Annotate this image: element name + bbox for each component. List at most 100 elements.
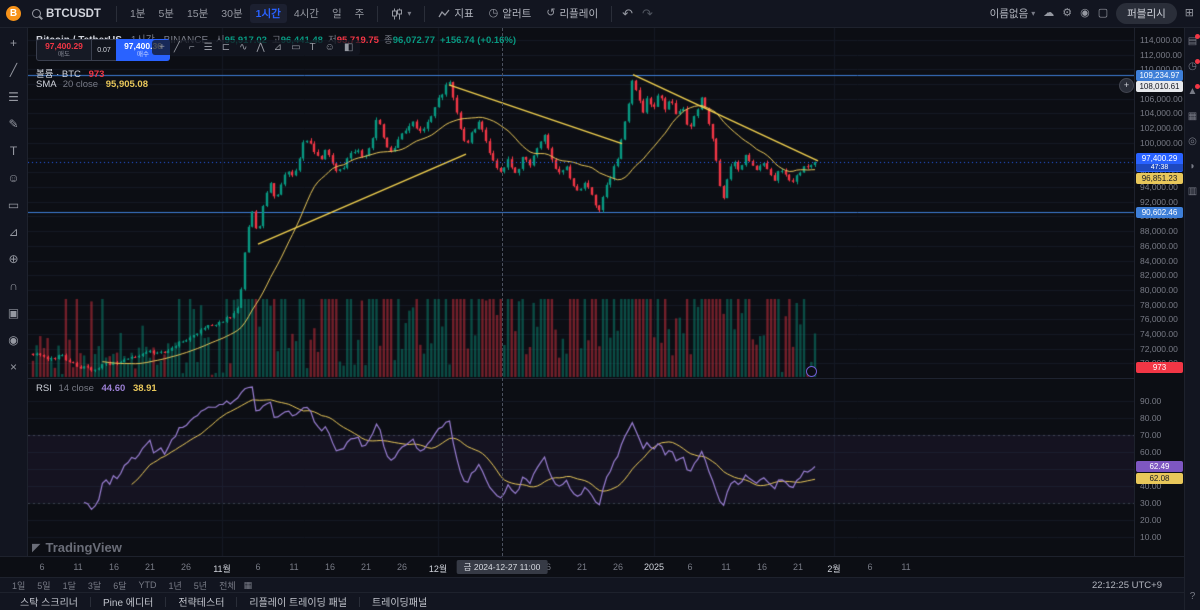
range-button[interactable]: 3달	[82, 579, 107, 592]
ideas-icon[interactable]: ◎	[1188, 137, 1197, 147]
range-button[interactable]: YTD	[132, 580, 162, 590]
alert-button[interactable]: ◷ 알러트	[483, 4, 538, 23]
range-button[interactable]: 5일	[31, 579, 56, 592]
timeframe-button[interactable]: 5분	[152, 4, 180, 23]
range-button[interactable]: 1달	[57, 579, 82, 592]
volume-axis-label: 973	[1136, 362, 1183, 373]
rsi-value-label: 62.49	[1136, 461, 1183, 472]
favorite-drawings-bar: + ╱ ⌐ ☰ ⊏ ∿ ⋀ ⊿ ▭ T ☺ ◧	[152, 40, 360, 55]
camera-icon[interactable]: ◉	[1080, 8, 1090, 19]
favorite-ray-icon[interactable]: ⌐	[189, 42, 195, 53]
calendar-icon[interactable]: ▦	[1188, 112, 1197, 122]
time-scale[interactable]: 금 2024-12-27 11:00 61116212611월611162126…	[0, 556, 1184, 578]
timeframe-button[interactable]: 1분	[124, 4, 152, 23]
range-button[interactable]: 1일	[6, 579, 31, 592]
watchlist-icon[interactable]: ▤	[1188, 37, 1197, 47]
time-axis-label: 21	[793, 562, 803, 572]
favorite-text-icon[interactable]: T	[310, 42, 316, 53]
rsi-axis-label: 20.00	[1140, 515, 1161, 525]
range-button[interactable]: 5년	[188, 579, 213, 592]
crosshair-tool[interactable]: +	[4, 35, 24, 51]
bottom-tab[interactable]: 스탁 스크리너	[8, 594, 90, 609]
timeframe-button[interactable]: 일	[326, 4, 348, 23]
emoji-tool[interactable]: ☺	[4, 170, 24, 186]
zoom-tool[interactable]: ⊕	[4, 251, 24, 267]
chart-type-button[interactable]: ▾	[385, 6, 417, 22]
time-axis-label: 26	[613, 562, 623, 572]
favorite-crosshair-icon[interactable]: +	[159, 42, 165, 53]
favorite-more-icon[interactable]: ◧	[344, 42, 353, 53]
price-scale[interactable]: 109,234.97 108,010.61 97,400.29 47:38 96…	[1134, 28, 1185, 556]
sell-button[interactable]: 97,400.29 매도	[36, 39, 92, 61]
eye-tool[interactable]: ◉	[4, 332, 24, 348]
favorite-trend-line-icon[interactable]: ╱	[174, 42, 180, 53]
bar-countdown: 47:38	[1136, 164, 1183, 171]
help-icon[interactable]: ?	[1190, 592, 1196, 602]
trendline-tool[interactable]: ╱	[4, 62, 24, 78]
timeframe-group: 1분5분15분30분1시간4시간일주	[124, 4, 370, 23]
go-to-date-icon[interactable]: ▦	[244, 580, 253, 591]
cloud-save-icon[interactable]: ☁	[1043, 8, 1054, 19]
sell-label: 매도	[58, 51, 70, 58]
candlestick-icon	[391, 8, 403, 20]
shapes-tool[interactable]: ▭	[4, 197, 24, 213]
replay-button[interactable]: ↺ 리플레이	[540, 4, 604, 23]
bottom-tab[interactable]: 리플레이 트레이딩 패널	[237, 594, 359, 609]
hotlists-icon[interactable]: ▲	[1188, 87, 1198, 97]
bottom-tab[interactable]: 트레이딩패널	[360, 594, 439, 609]
clock-utc[interactable]: 22:12:25 UTC+9	[1092, 580, 1162, 591]
brush-tool[interactable]: ✎	[4, 116, 24, 132]
rsi-axis-label: 10.00	[1140, 532, 1161, 542]
favorite-rectangle-icon[interactable]: ▭	[291, 42, 300, 53]
timeframe-button[interactable]: 주	[349, 4, 371, 23]
undo-button[interactable]: ↶	[619, 6, 636, 22]
magnet-tool[interactable]: ∩	[4, 278, 24, 294]
rsi-pane-canvas[interactable]	[28, 379, 1134, 556]
lock-tool[interactable]: ▣	[4, 305, 24, 321]
timeframe-button[interactable]: 4시간	[288, 4, 325, 23]
favorite-emoji-icon[interactable]: ☺	[325, 42, 335, 53]
indicators-button[interactable]: 지표	[432, 4, 479, 23]
bottom-tab[interactable]: 전략테스터	[166, 594, 236, 609]
gear-icon[interactable]: ⚙	[1062, 8, 1072, 19]
redo-button[interactable]: ↷	[639, 6, 656, 22]
tradingview-watermark[interactable]: ◤ TradingView	[32, 540, 122, 555]
symbol-search[interactable]: BTCUSDT	[28, 6, 109, 22]
range-button[interactable]: 6달	[107, 579, 132, 592]
alerts-icon[interactable]: ◷	[1188, 62, 1197, 72]
fib-tool[interactable]: ☰	[4, 89, 24, 105]
timeframe-button[interactable]: 1시간	[250, 4, 287, 23]
favorite-channel-icon[interactable]: ⊏	[222, 42, 230, 53]
publish-button[interactable]: 퍼블리시	[1116, 3, 1177, 24]
add-alert-icon[interactable]: +	[1119, 78, 1134, 93]
range-button[interactable]: 전체	[213, 579, 242, 592]
event-marker-icon[interactable]	[806, 366, 817, 377]
main-chart-canvas[interactable]	[28, 28, 1134, 378]
layout-name-button[interactable]: 이름없음 ▾	[990, 6, 1036, 21]
divider	[424, 6, 425, 22]
text-tool[interactable]: T	[4, 143, 24, 159]
trash-tool[interactable]: ×	[4, 359, 24, 375]
pane-divider[interactable]	[28, 378, 1184, 379]
price-axis-label: 104,000.00	[1140, 108, 1183, 118]
data-window-icon[interactable]: ▥	[1188, 187, 1197, 197]
fullscreen-icon[interactable]: ▢	[1098, 8, 1108, 19]
time-axis-label: 12월	[429, 562, 447, 575]
favorite-curve-icon[interactable]: ∿	[239, 42, 247, 53]
volume-legend[interactable]: 볼륨 · BTC 973	[36, 66, 104, 80]
time-axis-label: 2월	[827, 562, 840, 575]
favorite-triangle-icon[interactable]: ⊿	[274, 42, 282, 53]
bottom-tab[interactable]: Pine 에디터	[91, 594, 165, 609]
range-button[interactable]: 1년	[162, 579, 187, 592]
timeframe-button[interactable]: 15분	[181, 4, 214, 23]
favorite-horizontal-lines-icon[interactable]: ☰	[204, 42, 213, 53]
chevron-down-icon: ▾	[1031, 9, 1035, 18]
tradingview-logo-text: TradingView	[45, 540, 121, 555]
layout-grid-icon[interactable]: ⊞	[1185, 8, 1194, 19]
rsi-legend[interactable]: RSI 14 close 44.60 38.91	[36, 383, 157, 394]
chat-icon[interactable]: ◗	[1189, 162, 1195, 172]
favorite-zigzag-icon[interactable]: ⋀	[256, 42, 264, 53]
measure-tool[interactable]: ⊿	[4, 224, 24, 240]
sma-legend[interactable]: SMA 20 close 95,905.08	[36, 79, 148, 90]
timeframe-button[interactable]: 30분	[215, 4, 248, 23]
